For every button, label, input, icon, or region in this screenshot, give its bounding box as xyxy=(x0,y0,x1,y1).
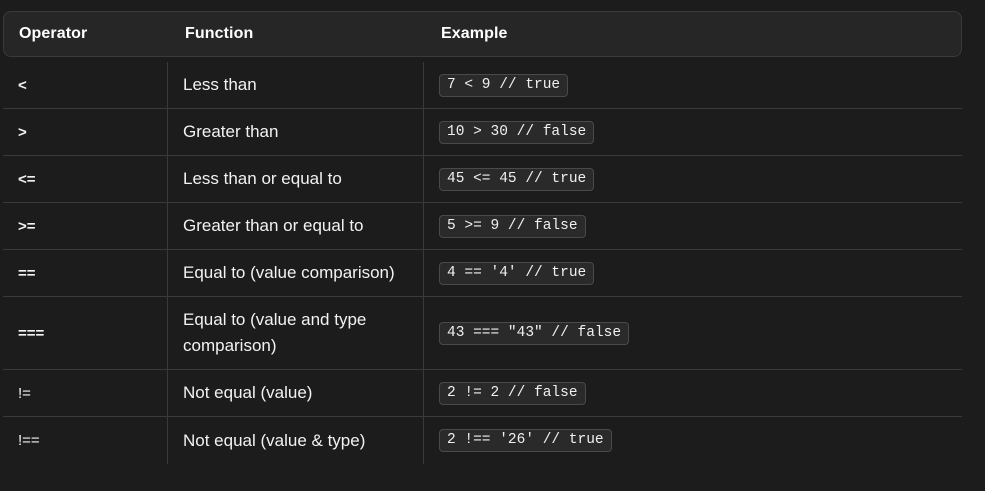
example-cell: 2 !== '26' // true xyxy=(424,417,962,464)
header-operator: Operator xyxy=(19,25,88,42)
function-cell: Less than or equal to xyxy=(168,156,424,202)
example-code: 10 > 30 // false xyxy=(439,120,595,144)
example-cell: 5 >= 9 // false xyxy=(424,203,962,249)
table-body: < Less than 7 < 9 // true > Greater than… xyxy=(3,62,962,464)
header-example: Example xyxy=(441,25,508,42)
operator-cell: == xyxy=(3,250,168,296)
table-header: Operator Function Example xyxy=(3,11,962,57)
function-cell: Not equal (value & type) xyxy=(168,417,424,464)
function-cell: Less than xyxy=(168,62,424,108)
table-row: >= Greater than or equal to 5 >= 9 // fa… xyxy=(3,203,962,250)
table-row: === Equal to (value and type comparison)… xyxy=(3,297,962,370)
header-function: Function xyxy=(185,25,254,42)
example-code: 2 !== '26' // true xyxy=(439,429,612,452)
table-row: <= Less than or equal to 45 <= 45 // tru… xyxy=(3,156,962,203)
operator-cell: <= xyxy=(3,156,168,202)
example-cell: 45 <= 45 // true xyxy=(424,156,962,202)
example-cell: 7 < 9 // true xyxy=(424,62,962,108)
comparison-operators-table: Operator Function Example < Less than 7 … xyxy=(0,0,985,491)
operator-cell: > xyxy=(3,109,168,155)
example-cell: 2 != 2 // false xyxy=(424,370,962,416)
example-code: 2 != 2 // false xyxy=(439,381,586,405)
function-cell: Greater than xyxy=(168,109,424,155)
table-row: < Less than 7 < 9 // true xyxy=(3,62,962,109)
operator-cell: < xyxy=(3,62,168,108)
table-row: == Equal to (value comparison) 4 == '4' … xyxy=(3,250,962,297)
table-row: != Not equal (value) 2 != 2 // false xyxy=(3,370,962,417)
operator-cell: !== xyxy=(3,417,168,464)
example-cell: 4 == '4' // true xyxy=(424,250,962,296)
table-row: !== Not equal (value & type) 2 !== '26' … xyxy=(3,417,962,464)
example-cell: 10 > 30 // false xyxy=(424,109,962,155)
operator-cell: === xyxy=(3,297,168,369)
example-cell: 43 === "43" // false xyxy=(424,297,962,369)
example-code: 4 == '4' // true xyxy=(439,261,595,285)
example-code: 45 <= 45 // true xyxy=(439,167,595,191)
example-code: 7 < 9 // true xyxy=(439,73,569,97)
function-cell: Greater than or equal to xyxy=(168,203,424,249)
function-cell: Not equal (value) xyxy=(168,370,424,416)
example-code: 43 === "43" // false xyxy=(439,321,630,345)
function-cell: Equal to (value comparison) xyxy=(168,250,424,296)
operator-cell: != xyxy=(3,370,168,416)
function-cell: Equal to (value and type comparison) xyxy=(168,297,424,369)
operator-cell: >= xyxy=(3,203,168,249)
table-row: > Greater than 10 > 30 // false xyxy=(3,109,962,156)
example-code: 5 >= 9 // false xyxy=(439,214,586,238)
